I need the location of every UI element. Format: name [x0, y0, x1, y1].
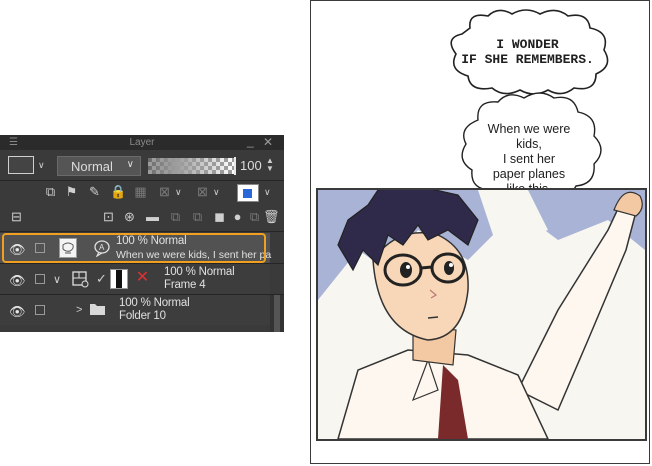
chevron-down-icon[interactable]: ∨: [38, 160, 45, 171]
chevron-right-icon[interactable]: >: [76, 304, 82, 316]
layer-checkbox[interactable]: [35, 305, 45, 315]
duplicate-layer-icon[interactable]: ⧉: [247, 209, 262, 224]
trash-icon[interactable]: 🗑: [263, 209, 280, 224]
eye-icon[interactable]: 👁: [9, 273, 26, 289]
blend-mode-value: Normal: [71, 159, 113, 174]
chevron-down-icon[interactable]: ∨: [264, 187, 271, 198]
layer-row[interactable]: 👁 > 100 % Normal Folder 10: [0, 295, 270, 325]
clip-icon[interactable]: ⧉: [43, 184, 58, 199]
layer-row[interactable]: 👁 ∨ ✓ ✕ 100 % Normal Frame 4: [0, 264, 270, 294]
ruler-icon[interactable]: ⊠: [195, 184, 210, 199]
frame-folder-icon: [72, 270, 90, 288]
chevron-down-icon[interactable]: ∨: [53, 273, 61, 286]
lock-icon[interactable]: 🔒: [110, 184, 126, 199]
layer-blend-label: 100 % Normal: [119, 297, 190, 309]
character-illustration: [318, 190, 645, 439]
opacity-slider-handle[interactable]: [234, 157, 236, 175]
scrollbar-thumb[interactable]: [274, 295, 280, 332]
panel-titlebar[interactable]: ☰ Layer _ ✕: [0, 135, 284, 150]
layer-checkbox[interactable]: [35, 274, 45, 284]
chevron-down-icon: ∨: [126, 159, 134, 170]
opacity-slider[interactable]: [148, 158, 234, 174]
layer-name: Folder 10: [119, 310, 166, 322]
selected-layer-highlight: [2, 233, 266, 263]
mask-icon[interactable]: ⊠: [157, 184, 172, 199]
opacity-value[interactable]: 100: [240, 158, 262, 173]
opacity-stepper[interactable]: ▲ ▼: [266, 157, 274, 173]
minimize-icon[interactable]: _: [247, 135, 254, 148]
new-folder-icon[interactable]: ▬: [145, 209, 160, 224]
new-raster-layer-icon[interactable]: ⊡: [101, 209, 116, 224]
draft-icon[interactable]: ✎: [87, 184, 102, 199]
apply-mask-icon[interactable]: ●: [230, 209, 245, 224]
layer-scrollbar[interactable]: [270, 295, 284, 332]
layer-blend-label: 100 % Normal: [164, 266, 235, 278]
layer-color-select[interactable]: [237, 184, 259, 202]
layer-view-icon[interactable]: ⊟: [9, 209, 24, 224]
new-vector-layer-icon[interactable]: ⊛: [122, 209, 137, 224]
layer-color-swatch[interactable]: [8, 156, 34, 174]
layer-property-toolbar: ⧉ ⚑ ✎ 🔒 ▦ ⊠ ∨ ⊠ ∨ ∨: [0, 181, 284, 203]
mask-disabled-icon[interactable]: ✕: [135, 270, 150, 286]
chevron-down-icon[interactable]: ∨: [175, 187, 182, 198]
transfer-down-icon[interactable]: ⧉: [168, 209, 183, 224]
blend-mode-select[interactable]: Normal ∨: [57, 156, 141, 176]
reference-icon[interactable]: ⚑: [64, 184, 79, 199]
close-icon[interactable]: ✕: [263, 135, 273, 149]
panel-title: Layer: [129, 137, 155, 148]
folder-icon: [89, 301, 107, 316]
comic-panel: [316, 188, 647, 441]
divider: [0, 231, 284, 232]
shout-bubble-text: I WONDER IF SHE REMEMBERS.: [461, 37, 594, 67]
lock-transparent-icon[interactable]: ▦: [133, 184, 148, 199]
layer-action-toolbar: ⊟ ⊡ ⊛ ▬ ⧉ ⧉ ◼ ● ⧉ 🗑: [0, 206, 284, 228]
create-mask-icon[interactable]: ◼: [212, 209, 227, 224]
layer-thumbnail: [110, 269, 128, 289]
layer-name: Frame 4: [164, 279, 206, 291]
merge-down-icon[interactable]: ⧉: [190, 209, 205, 224]
eye-icon[interactable]: 👁: [9, 304, 26, 320]
check-icon[interactable]: ✓: [94, 271, 109, 286]
blend-row: ∨ Normal ∨ 100 ▲ ▼: [0, 153, 284, 179]
layer-color-indicator: [243, 189, 252, 198]
chevron-down-icon[interactable]: ∨: [213, 187, 220, 198]
thought-bubble-text: When we were kids, I sent her paper plan…: [487, 122, 571, 196]
